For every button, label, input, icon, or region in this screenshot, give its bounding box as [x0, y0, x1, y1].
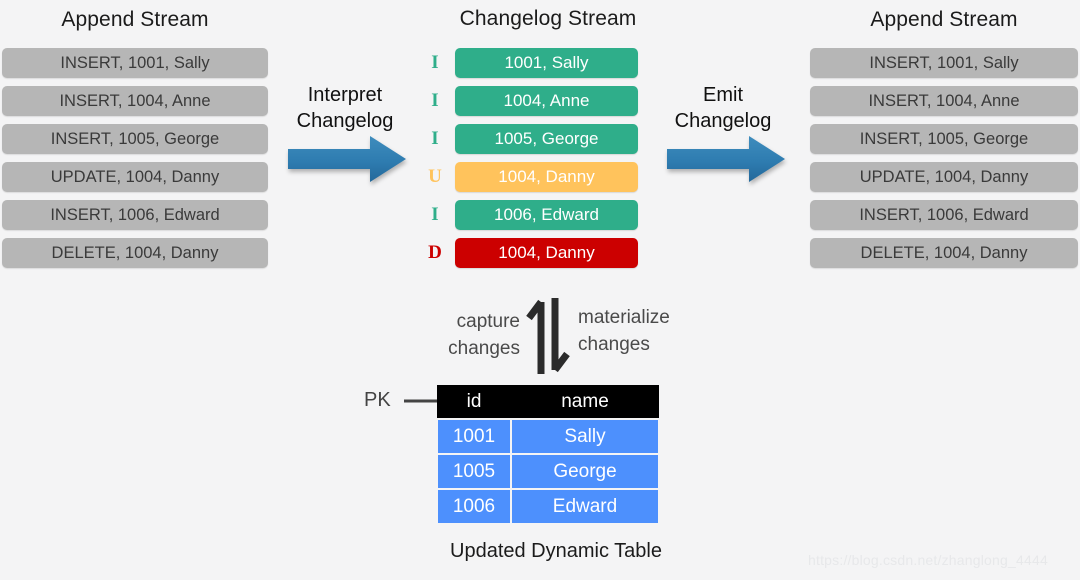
- interpret-label-line1: Interpret: [307, 84, 383, 106]
- changelog-row: D 1004, Danny: [424, 238, 638, 268]
- interpret-changelog-label: Interpret Changelog: [270, 82, 420, 134]
- append-stream-row: INSERT, 1001, Sally: [810, 48, 1078, 78]
- changelog-record-bar: 1006, Edward: [455, 200, 638, 230]
- append-stream-row: INSERT, 1006, Edward: [810, 200, 1078, 230]
- interpret-changelog-arrow-icon: [288, 136, 406, 182]
- table-cell-name: Sally: [510, 418, 660, 455]
- table-header-id: id: [437, 385, 511, 419]
- table-row: 1006 Edward: [436, 488, 660, 525]
- table-cell-name: Edward: [510, 488, 660, 525]
- capture-label-line2: changes: [448, 338, 520, 359]
- changelog-row: I 1006, Edward: [424, 200, 638, 230]
- capture-label-line1: capture: [456, 311, 520, 332]
- changelog-op-marker: I: [431, 52, 439, 73]
- append-stream-row: INSERT, 1004, Anne: [810, 86, 1078, 116]
- changelog-record-bar: 1005, George: [455, 124, 638, 154]
- changelog-op-marker: I: [431, 128, 439, 149]
- dynamic-table-body: 1001 Sally 1005 George 1006 Edward: [436, 418, 660, 525]
- changelog-row: U 1004, Danny: [424, 162, 638, 192]
- append-stream-row: INSERT, 1005, George: [2, 124, 268, 154]
- changelog-row: I 1005, George: [424, 124, 638, 154]
- materialize-changes-label: materialize changes: [578, 304, 708, 358]
- bidirectional-arrow-icon: [526, 298, 570, 374]
- append-stream-row: INSERT, 1006, Edward: [2, 200, 268, 230]
- append-stream-row: UPDATE, 1004, Danny: [810, 162, 1078, 192]
- diagram-canvas: Append Stream INSERT, 1001, Sally INSERT,…: [0, 0, 1080, 580]
- watermark-text: https://blog.csdn.net/zhanglong_4444: [808, 552, 1048, 568]
- table-cell-id: 1001: [436, 418, 512, 455]
- right-append-stream-list: INSERT, 1001, Sally INSERT, 1004, Anne INS…: [810, 48, 1078, 276]
- materialize-label-line1: materialize: [578, 307, 670, 328]
- dynamic-table-head: id name: [437, 385, 659, 419]
- table-header-row: id name: [437, 385, 659, 419]
- center-column-title: Changelog Stream: [459, 7, 637, 30]
- materialize-label-line2: changes: [578, 334, 650, 355]
- append-stream-row: INSERT, 1004, Anne: [2, 86, 268, 116]
- changelog-row: I 1004, Anne: [424, 86, 638, 116]
- left-column-title: Append Stream: [61, 8, 209, 31]
- table-caption: Updated Dynamic Table: [450, 540, 662, 562]
- emit-changelog-label: Emit Changelog: [648, 82, 798, 134]
- interpret-label-line2: Changelog: [296, 110, 394, 132]
- emit-changelog-arrow-icon: [667, 136, 785, 182]
- append-stream-row: UPDATE, 1004, Danny: [2, 162, 268, 192]
- emit-label-line1: Emit: [703, 84, 743, 106]
- table-row: 1001 Sally: [436, 418, 660, 455]
- left-append-stream-list: INSERT, 1001, Sally INSERT, 1004, Anne INS…: [2, 48, 268, 276]
- changelog-row: I 1001, Sally: [424, 48, 638, 78]
- table-cell-name: George: [510, 453, 660, 490]
- pk-label: PK: [364, 389, 391, 411]
- append-stream-row: INSERT, 1005, George: [810, 124, 1078, 154]
- append-stream-row: DELETE, 1004, Danny: [2, 238, 268, 268]
- table-cell-id: 1005: [436, 453, 512, 490]
- changelog-op-marker: I: [431, 204, 439, 225]
- changelog-op-marker: I: [431, 90, 439, 111]
- right-column-title: Append Stream: [870, 8, 1018, 31]
- changelog-record-bar: 1004, Anne: [455, 86, 638, 116]
- changelog-stream-list: I 1001, Sally I 1004, Anne I 1005, George U 100…: [424, 48, 638, 276]
- table-cell-id: 1006: [436, 488, 512, 525]
- append-stream-row: INSERT, 1001, Sally: [2, 48, 268, 78]
- append-stream-row: DELETE, 1004, Danny: [810, 238, 1078, 268]
- changelog-record-bar: 1004, Danny: [455, 162, 638, 192]
- capture-changes-label: capture changes: [416, 308, 520, 362]
- table-row: 1005 George: [436, 453, 660, 490]
- emit-label-line2: Changelog: [674, 110, 772, 132]
- changelog-record-bar: 1004, Danny: [455, 238, 638, 268]
- changelog-record-bar: 1001, Sally: [455, 48, 638, 78]
- changelog-op-marker: D: [428, 242, 442, 263]
- dynamic-table: id name 1001 Sally 1005 George 1006 Edward: [436, 385, 660, 525]
- changelog-op-marker: U: [428, 166, 442, 187]
- table-header-name: name: [511, 385, 659, 419]
